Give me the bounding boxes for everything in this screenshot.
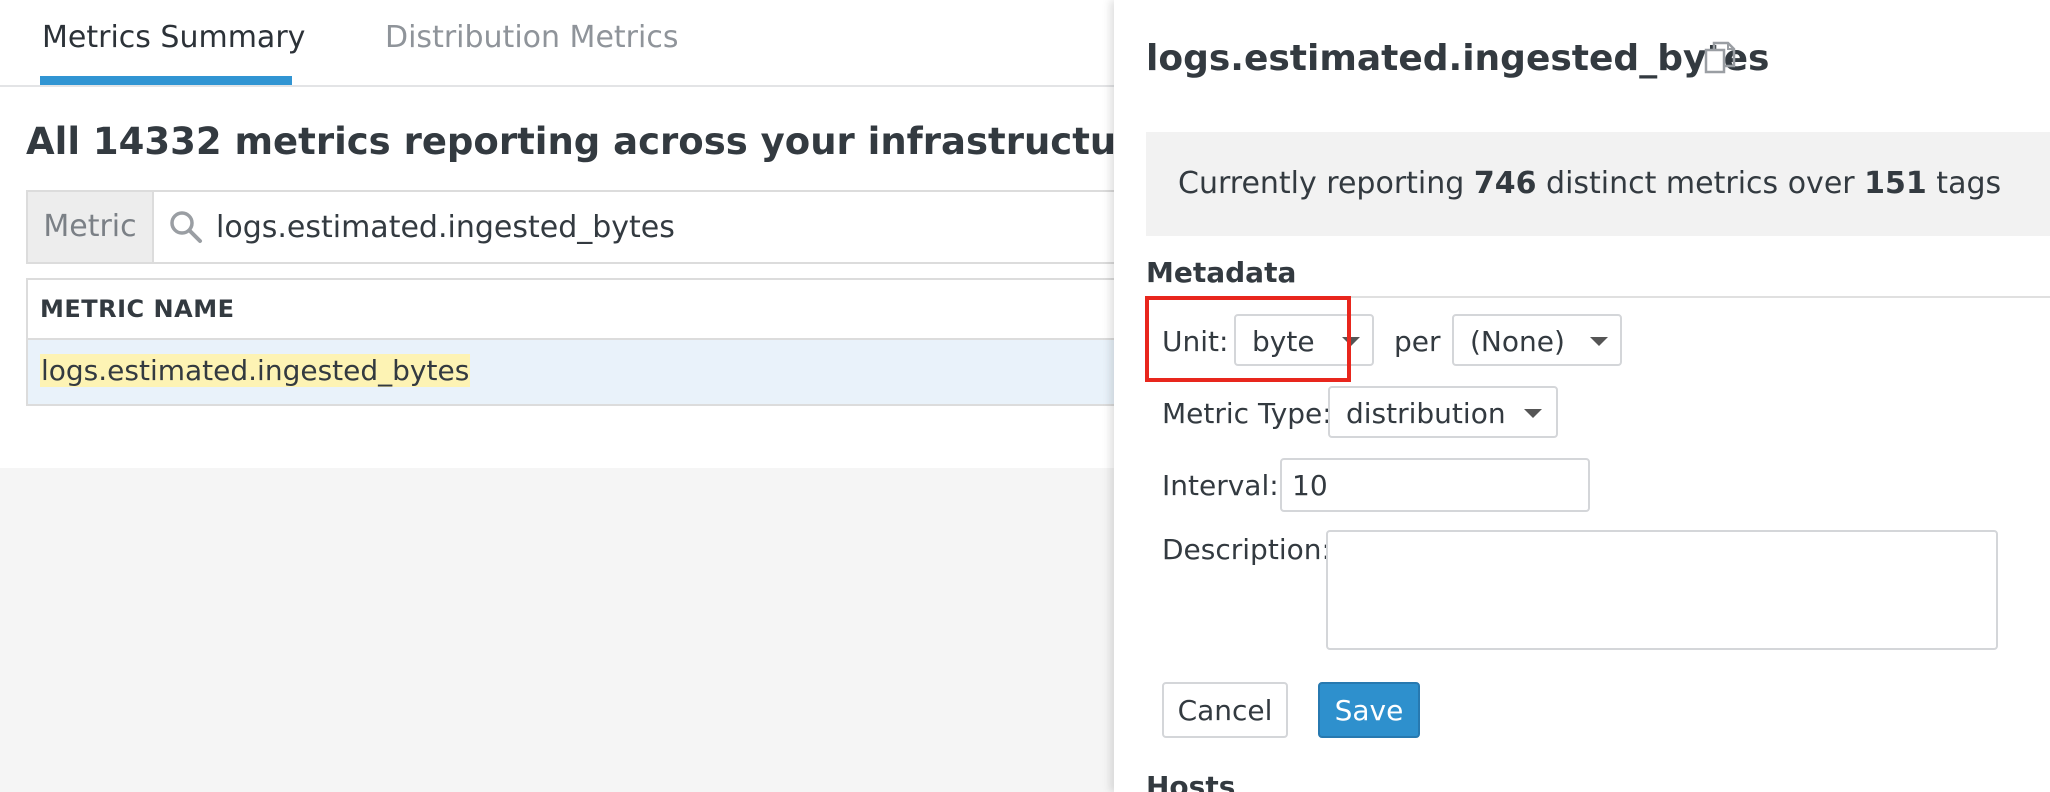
reporting-summary: Currently reporting 746 distinct metrics… (1146, 132, 2050, 236)
chevron-down-icon (1590, 337, 1608, 346)
chevron-down-icon (1342, 337, 1360, 346)
hosts-section-title: Hosts (1146, 770, 1236, 792)
metric-type-select-value: distribution (1346, 397, 1506, 430)
unit-label: Unit: (1162, 325, 1229, 358)
unit-select[interactable]: byte (1234, 314, 1374, 366)
save-button[interactable]: Save (1318, 682, 1420, 738)
column-header-metric-name[interactable]: METRIC NAME (40, 295, 234, 323)
description-textarea[interactable] (1326, 530, 1998, 650)
metric-search-input[interactable] (216, 192, 1096, 262)
metric-title: logs.estimated.ingested_bytes (1146, 38, 1770, 79)
search-icon (170, 211, 202, 243)
section-divider (1146, 296, 2050, 298)
tab-metrics-summary[interactable]: Metrics Summary (42, 20, 305, 55)
metadata-section-title: Metadata (1146, 256, 1297, 289)
metrics-count-headline: All 14332 metrics reporting across your … (26, 120, 1118, 163)
metric-type-select[interactable]: distribution (1328, 386, 1558, 438)
table-header: METRIC NAME (28, 280, 1118, 340)
metric-search-bar: Metric (26, 190, 1118, 264)
tab-distribution-metrics[interactable]: Distribution Metrics (385, 20, 678, 55)
per-unit-select-value: (None) (1470, 325, 1565, 358)
per-label: per (1394, 325, 1441, 358)
metric-name-cell[interactable]: logs.estimated.ingested_bytes (40, 354, 471, 387)
metrics-count: 746 (1473, 166, 1537, 201)
chevron-down-icon (1524, 409, 1542, 418)
copy-icon[interactable] (1704, 40, 1736, 76)
metric-type-label: Metric Type: (1162, 397, 1332, 430)
description-label: Description: (1162, 533, 1331, 566)
active-tab-indicator (40, 76, 292, 85)
unit-select-value: byte (1252, 325, 1315, 358)
metric-detail-panel: logs.estimated.ingested_bytes Currently … (1114, 0, 2050, 792)
tab-bar: Metrics Summary Distribution Metrics (0, 0, 1118, 87)
interval-label: Interval: (1162, 469, 1279, 502)
search-label: Metric (28, 192, 154, 262)
summary-content: Metrics Summary Distribution Metrics All… (0, 0, 1118, 468)
metrics-table: METRIC NAME logs.estimated.ingested_byte… (26, 278, 1118, 406)
table-row[interactable]: logs.estimated.ingested_bytes (28, 340, 1118, 404)
reporting-text: Currently reporting 746 distinct metrics… (1178, 166, 2002, 201)
per-unit-select[interactable]: (None) (1452, 314, 1622, 366)
cancel-button[interactable]: Cancel (1162, 682, 1288, 738)
interval-input[interactable] (1280, 458, 1590, 512)
metrics-summary-page: Metrics Summary Distribution Metrics All… (0, 0, 1118, 792)
tags-count: 151 (1864, 166, 1927, 201)
